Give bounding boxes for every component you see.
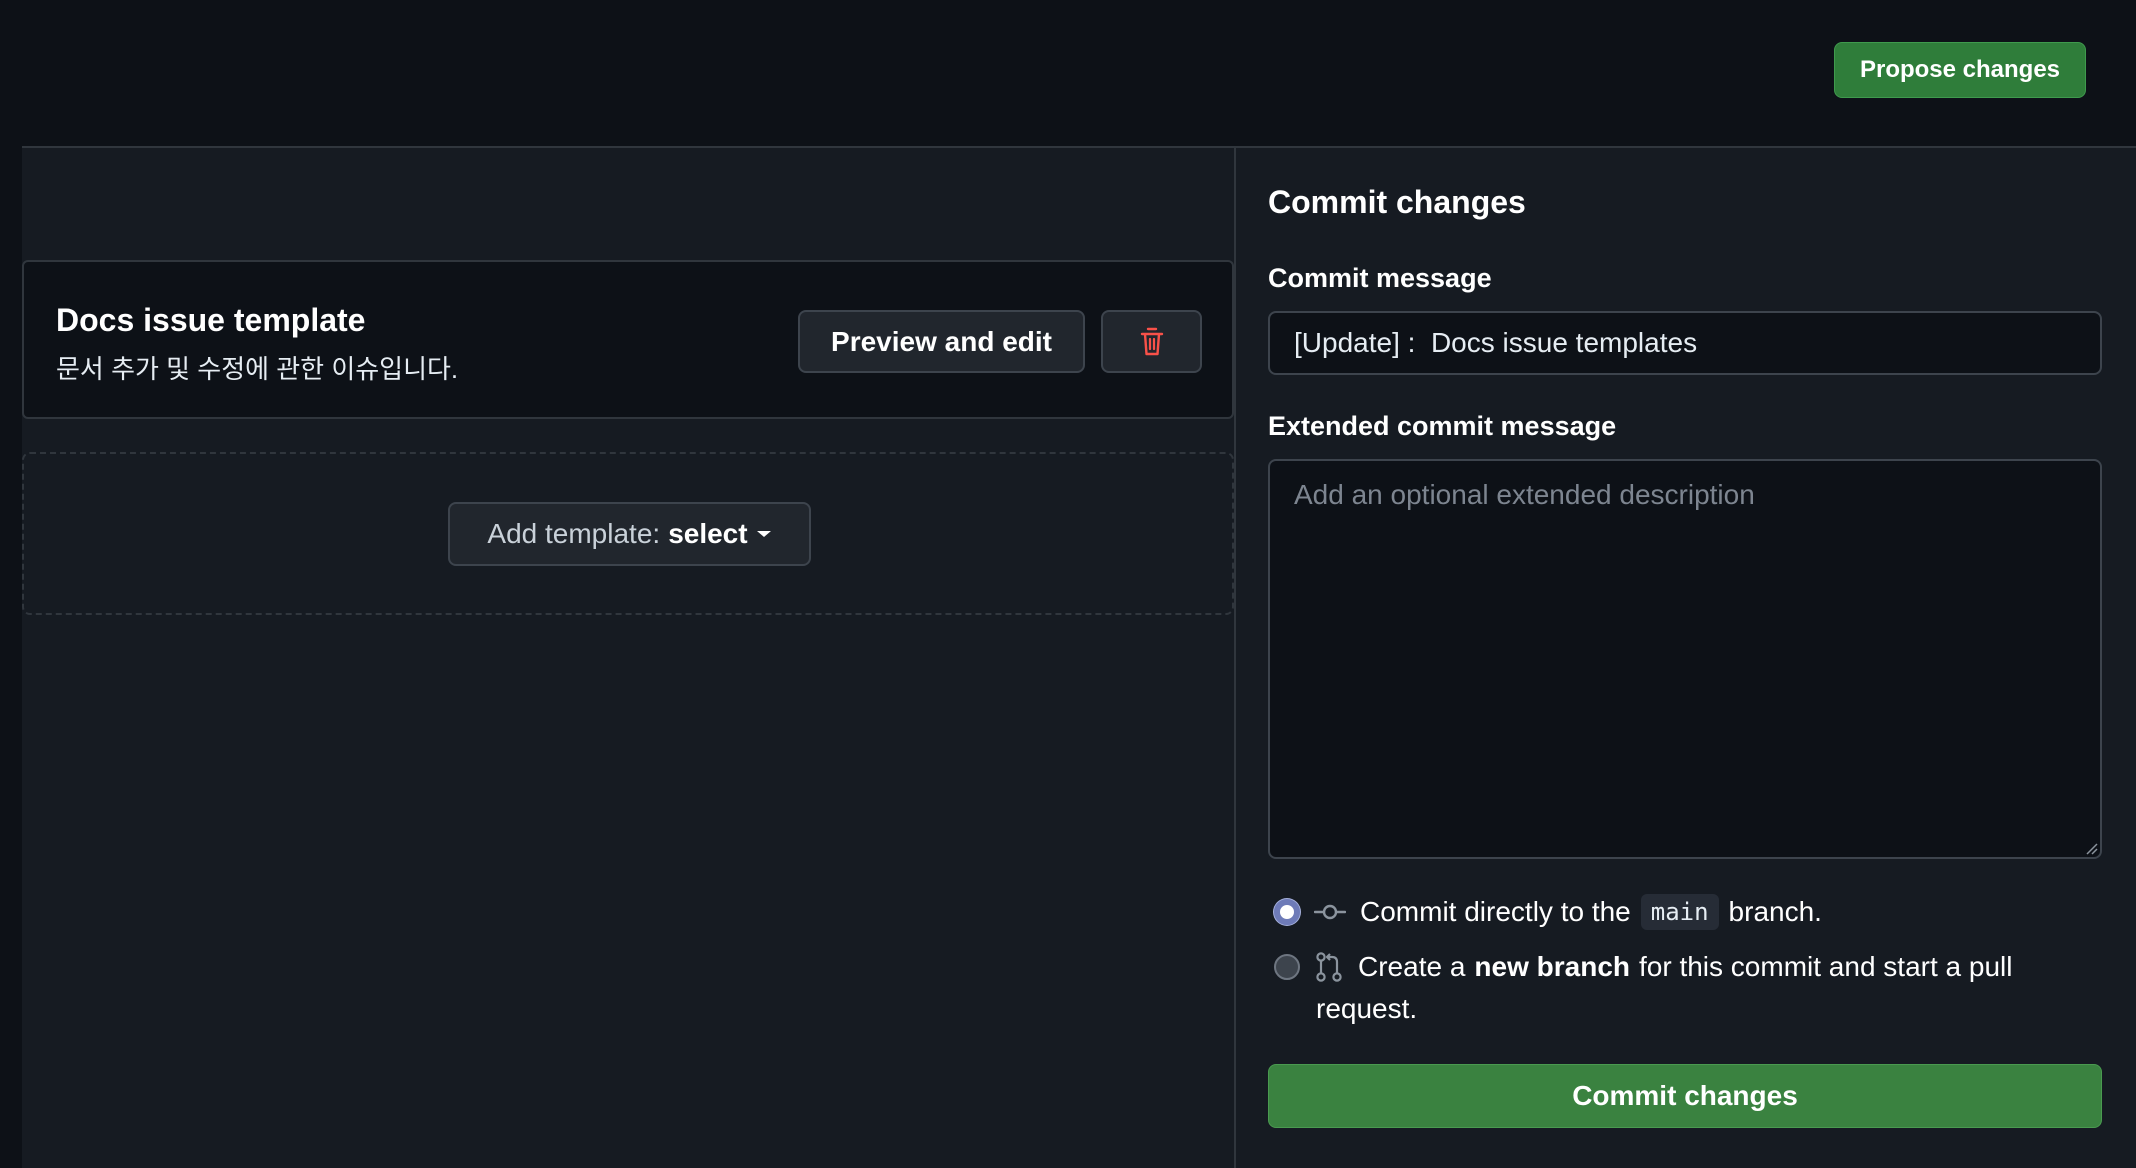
new-branch-option[interactable]: Create a new branch for this commit and … — [1274, 951, 2012, 983]
commit-message-label: Commit message — [1268, 263, 1492, 293]
trash-icon — [1140, 327, 1163, 355]
commit-direct-text: Commit directly to the — [1360, 896, 1631, 927]
new-branch-text-suffix2: request. — [1316, 993, 1418, 1024]
commit-direct-suffix: branch. — [1728, 896, 1822, 927]
add-template-dropzone: Add template: select — [22, 452, 1234, 615]
commit-direct-radio[interactable] — [1274, 899, 1300, 925]
git-commit-icon — [1314, 904, 1346, 920]
commit-message-input[interactable] — [1268, 311, 2102, 375]
commit-changes-button[interactable]: Commit changes — [1268, 1064, 2102, 1128]
delete-template-button[interactable] — [1101, 310, 1202, 373]
template-name: Docs issue template — [56, 302, 366, 338]
template-description: 문서 추가 및 수정에 관한 이슈입니다. — [56, 354, 459, 384]
top-bar: Propose changes — [0, 0, 2136, 147]
add-template-label: Add template: — [487, 518, 661, 549]
new-branch-text-prefix: Create a — [1358, 951, 1466, 982]
add-template-value: select — [668, 518, 748, 549]
extended-message-textarea[interactable] — [1268, 459, 2102, 859]
commit-direct-option[interactable]: Commit directly to the main branch. — [1274, 894, 1822, 930]
add-template-button[interactable]: Add template: select — [448, 502, 811, 566]
new-branch-radio[interactable] — [1274, 954, 1300, 980]
resize-handle-icon[interactable] — [2086, 843, 2098, 855]
new-branch-option-continuation: request. — [1316, 993, 1417, 1025]
preview-and-edit-button[interactable]: Preview and edit — [798, 310, 1085, 373]
caret-down-icon — [756, 531, 771, 537]
template-card: Docs issue template 문서 추가 및 수정에 관한 이슈입니다… — [22, 260, 1234, 419]
commit-panel-title: Commit changes — [1268, 184, 1526, 220]
propose-changes-button[interactable]: Propose changes — [1834, 42, 2086, 98]
branch-name-chip: main — [1640, 894, 1719, 930]
extended-message-label: Extended commit message — [1268, 411, 1617, 441]
git-pull-request-icon — [1316, 952, 1342, 982]
new-branch-text-suffix: for this commit and start a pull — [1639, 951, 2013, 982]
new-branch-text-bold: new branch — [1474, 951, 1630, 982]
